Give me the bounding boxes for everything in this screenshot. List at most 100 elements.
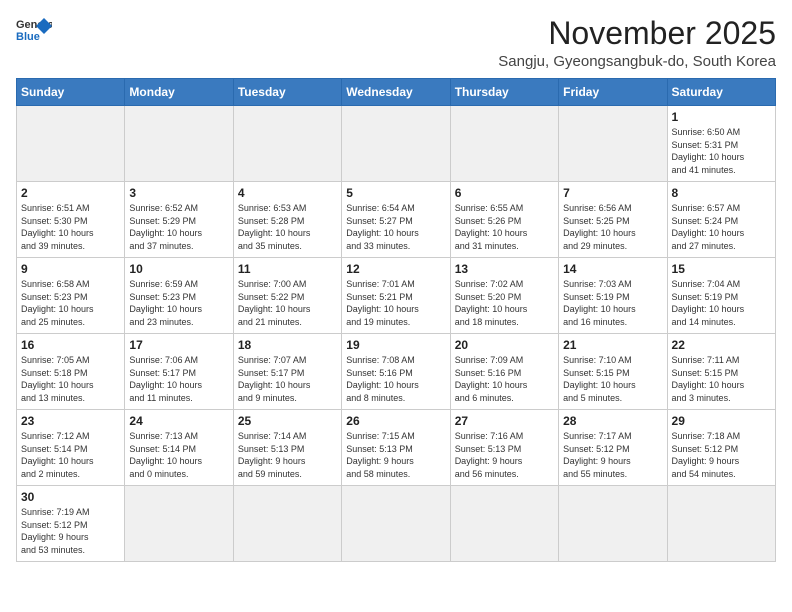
day-number: 3: [129, 186, 228, 200]
header-saturday: Saturday: [667, 79, 775, 106]
day-info: Sunrise: 7:18 AM Sunset: 5:12 PM Dayligh…: [672, 430, 771, 480]
empty-cell: [233, 106, 341, 182]
day-number: 27: [455, 414, 554, 428]
day-info: Sunrise: 6:57 AM Sunset: 5:24 PM Dayligh…: [672, 202, 771, 252]
logo: General Blue: [16, 16, 52, 46]
svg-text:Blue: Blue: [16, 31, 40, 43]
day-info: Sunrise: 6:55 AM Sunset: 5:26 PM Dayligh…: [455, 202, 554, 252]
table-row: 13 Sunrise: 7:02 AM Sunset: 5:20 PM Dayli…: [450, 258, 558, 334]
header: General Blue November 2025 Sangju, Gyeon…: [16, 16, 776, 70]
day-info: Sunrise: 7:11 AM Sunset: 5:15 PM Dayligh…: [672, 354, 771, 404]
calendar-row: 1 Sunrise: 6:50 AM Sunset: 5:31 PM Daylig…: [17, 106, 776, 182]
day-info: Sunrise: 7:00 AM Sunset: 5:22 PM Dayligh…: [238, 278, 337, 328]
header-tuesday: Tuesday: [233, 79, 341, 106]
day-info: Sunrise: 7:12 AM Sunset: 5:14 PM Dayligh…: [21, 430, 120, 480]
table-row: 23Sunrise: 7:12 AM Sunset: 5:14 PM Dayli…: [17, 410, 125, 486]
day-number: 2: [21, 186, 120, 200]
day-number: 8: [672, 186, 771, 200]
table-row: 12Sunrise: 7:01 AM Sunset: 5:21 PM Dayli…: [342, 258, 450, 334]
day-number: 4: [238, 186, 337, 200]
table-row: 3 Sunrise: 6:52 AM Sunset: 5:29 PM Daylig…: [125, 182, 233, 258]
title-area: November 2025 Sangju, Gyeongsangbuk-do, …: [498, 16, 776, 70]
day-info: Sunrise: 7:17 AM Sunset: 5:12 PM Dayligh…: [563, 430, 662, 480]
day-number: 1: [672, 110, 771, 124]
day-number: 26: [346, 414, 445, 428]
calendar-row: 2 Sunrise: 6:51 AM Sunset: 5:30 PM Daylig…: [17, 182, 776, 258]
day-number: 14: [563, 262, 662, 276]
day-info: Sunrise: 6:56 AM Sunset: 5:25 PM Dayligh…: [563, 202, 662, 252]
day-info: Sunrise: 7:10 AM Sunset: 5:15 PM Dayligh…: [563, 354, 662, 404]
header-wednesday: Wednesday: [342, 79, 450, 106]
table-row: 15Sunrise: 7:04 AM Sunset: 5:19 PM Dayli…: [667, 258, 775, 334]
day-number: 29: [672, 414, 771, 428]
empty-cell: [233, 486, 341, 562]
table-row: 17Sunrise: 7:06 AM Sunset: 5:17 PM Dayli…: [125, 334, 233, 410]
day-number: 24: [129, 414, 228, 428]
empty-cell: [125, 106, 233, 182]
day-info: Sunrise: 7:07 AM Sunset: 5:17 PM Dayligh…: [238, 354, 337, 404]
day-info: Sunrise: 7:04 AM Sunset: 5:19 PM Dayligh…: [672, 278, 771, 328]
header-friday: Friday: [559, 79, 667, 106]
location-title: Sangju, Gyeongsangbuk-do, South Korea: [498, 53, 776, 70]
table-row: 14 Sunrise: 7:03 AM Sunset: 5:19 PM Dayli…: [559, 258, 667, 334]
calendar-row: 9Sunrise: 6:58 AM Sunset: 5:23 PM Daylig…: [17, 258, 776, 334]
calendar: Sunday Monday Tuesday Wednesday Thursday…: [16, 78, 776, 562]
day-info: Sunrise: 6:54 AM Sunset: 5:27 PM Dayligh…: [346, 202, 445, 252]
table-row: 9Sunrise: 6:58 AM Sunset: 5:23 PM Daylig…: [17, 258, 125, 334]
day-info: Sunrise: 7:15 AM Sunset: 5:13 PM Dayligh…: [346, 430, 445, 480]
weekday-header-row: Sunday Monday Tuesday Wednesday Thursday…: [17, 79, 776, 106]
table-row: 11Sunrise: 7:00 AM Sunset: 5:22 PM Dayli…: [233, 258, 341, 334]
empty-cell: [559, 486, 667, 562]
empty-cell: [559, 106, 667, 182]
table-row: 22 Sunrise: 7:11 AM Sunset: 5:15 PM Dayli…: [667, 334, 775, 410]
day-number: 28: [563, 414, 662, 428]
day-number: 13: [455, 262, 554, 276]
table-row: 30Sunrise: 7:19 AM Sunset: 5:12 PM Dayli…: [17, 486, 125, 562]
header-monday: Monday: [125, 79, 233, 106]
day-number: 10: [129, 262, 228, 276]
empty-cell: [125, 486, 233, 562]
table-row: 26 Sunrise: 7:15 AM Sunset: 5:13 PM Dayli…: [342, 410, 450, 486]
day-info: Sunrise: 6:51 AM Sunset: 5:30 PM Dayligh…: [21, 202, 120, 252]
table-row: 4Sunrise: 6:53 AM Sunset: 5:28 PM Daylig…: [233, 182, 341, 258]
day-info: Sunrise: 7:16 AM Sunset: 5:13 PM Dayligh…: [455, 430, 554, 480]
day-number: 17: [129, 338, 228, 352]
header-sunday: Sunday: [17, 79, 125, 106]
day-number: 12: [346, 262, 445, 276]
calendar-row: 16 Sunrise: 7:05 AM Sunset: 5:18 PM Dayli…: [17, 334, 776, 410]
day-number: 22: [672, 338, 771, 352]
table-row: 1 Sunrise: 6:50 AM Sunset: 5:31 PM Daylig…: [667, 106, 775, 182]
table-row: 28 Sunrise: 7:17 AM Sunset: 5:12 PM Dayli…: [559, 410, 667, 486]
empty-cell: [342, 486, 450, 562]
day-info: Sunrise: 7:05 AM Sunset: 5:18 PM Dayligh…: [21, 354, 120, 404]
table-row: 21Sunrise: 7:10 AM Sunset: 5:15 PM Dayli…: [559, 334, 667, 410]
header-thursday: Thursday: [450, 79, 558, 106]
table-row: 29 Sunrise: 7:18 AM Sunset: 5:12 PM Dayli…: [667, 410, 775, 486]
day-number: 6: [455, 186, 554, 200]
day-info: Sunrise: 6:52 AM Sunset: 5:29 PM Dayligh…: [129, 202, 228, 252]
day-number: 25: [238, 414, 337, 428]
day-info: Sunrise: 7:19 AM Sunset: 5:12 PM Dayligh…: [21, 506, 120, 556]
table-row: 10Sunrise: 6:59 AM Sunset: 5:23 PM Dayli…: [125, 258, 233, 334]
table-row: 19Sunrise: 7:08 AM Sunset: 5:16 PM Dayli…: [342, 334, 450, 410]
day-info: Sunrise: 7:08 AM Sunset: 5:16 PM Dayligh…: [346, 354, 445, 404]
day-number: 5: [346, 186, 445, 200]
empty-cell: [17, 106, 125, 182]
day-info: Sunrise: 7:09 AM Sunset: 5:16 PM Dayligh…: [455, 354, 554, 404]
table-row: 2 Sunrise: 6:51 AM Sunset: 5:30 PM Daylig…: [17, 182, 125, 258]
table-row: 7Sunrise: 6:56 AM Sunset: 5:25 PM Daylig…: [559, 182, 667, 258]
table-row: 20 Sunrise: 7:09 AM Sunset: 5:16 PM Dayli…: [450, 334, 558, 410]
calendar-row: 23Sunrise: 7:12 AM Sunset: 5:14 PM Dayli…: [17, 410, 776, 486]
day-number: 20: [455, 338, 554, 352]
day-number: 16: [21, 338, 120, 352]
empty-cell: [450, 106, 558, 182]
empty-cell: [342, 106, 450, 182]
day-info: Sunrise: 7:02 AM Sunset: 5:20 PM Dayligh…: [455, 278, 554, 328]
day-info: Sunrise: 6:50 AM Sunset: 5:31 PM Dayligh…: [672, 126, 771, 176]
month-title: November 2025: [498, 16, 776, 51]
day-info: Sunrise: 7:13 AM Sunset: 5:14 PM Dayligh…: [129, 430, 228, 480]
calendar-row: 30Sunrise: 7:19 AM Sunset: 5:12 PM Dayli…: [17, 486, 776, 562]
day-info: Sunrise: 7:03 AM Sunset: 5:19 PM Dayligh…: [563, 278, 662, 328]
table-row: 8 Sunrise: 6:57 AM Sunset: 5:24 PM Daylig…: [667, 182, 775, 258]
empty-cell: [450, 486, 558, 562]
